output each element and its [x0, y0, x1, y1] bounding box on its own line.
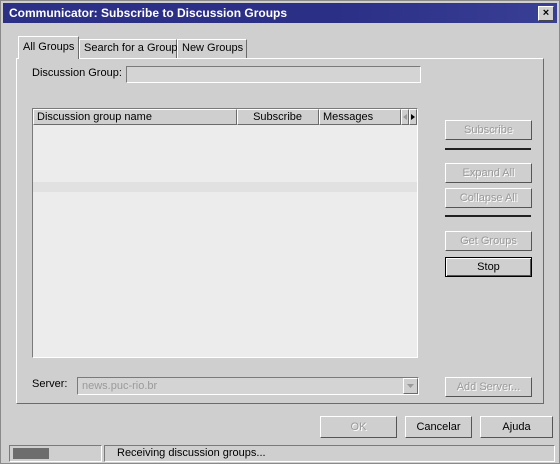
discussion-group-value: [127, 68, 130, 80]
subscribe-button[interactable]: Subscribe: [445, 120, 532, 140]
column-header-messages[interactable]: Messages: [319, 109, 401, 125]
tab-all-groups-label: All Groups: [23, 41, 75, 53]
column-header-group-name[interactable]: Discussion group name: [33, 109, 237, 125]
list-highlight-band: [33, 182, 417, 192]
separator-middle: [445, 215, 531, 217]
list-body: [33, 125, 417, 357]
column-header-group-name-label: Discussion group name: [37, 111, 152, 123]
dialog-window: Communicator: Subscribe to Discussion Gr…: [0, 0, 560, 464]
tab-new-groups[interactable]: New Groups: [177, 39, 247, 58]
help-button[interactable]: Ajuda: [480, 416, 553, 438]
separator-top: [445, 148, 531, 150]
status-bar: Receiving discussion groups...: [9, 445, 555, 462]
arrow-right-icon: [411, 114, 415, 120]
server-dropdown-button[interactable]: [403, 378, 418, 394]
cancel-button[interactable]: Cancelar: [405, 416, 472, 438]
collapse-all-button[interactable]: Collapse All: [445, 188, 532, 208]
close-icon: ×: [542, 7, 550, 19]
scroll-left-button[interactable]: [401, 109, 409, 125]
window-title: Communicator: Subscribe to Discussion Gr…: [9, 6, 288, 20]
arrow-left-icon: [403, 114, 407, 120]
column-header-subscribe-label: Subscribe: [253, 111, 302, 123]
get-groups-button[interactable]: Get Groups: [445, 231, 532, 251]
close-button[interactable]: ×: [538, 6, 554, 21]
status-text: Receiving discussion groups...: [117, 447, 266, 459]
discussion-group-input[interactable]: [126, 66, 421, 83]
progress-fill: [13, 448, 49, 459]
stop-button[interactable]: Stop: [445, 257, 532, 277]
tab-search-label: Search for a Group: [84, 42, 178, 54]
status-text-pane: Receiving discussion groups...: [104, 445, 555, 462]
server-select[interactable]: news.puc-rio.br: [77, 377, 419, 395]
discussion-group-list[interactable]: Discussion group name Subscribe Messages: [32, 108, 418, 358]
discussion-group-label: Discussion Group:: [32, 67, 122, 79]
server-label: Server:: [32, 378, 68, 390]
server-value: news.puc-rio.br: [82, 380, 158, 392]
progress-indicator: [9, 445, 102, 462]
chevron-down-icon: [407, 384, 414, 388]
tab-new-groups-label: New Groups: [182, 42, 244, 54]
tab-all-groups[interactable]: All Groups: [18, 36, 79, 59]
scroll-right-button[interactable]: [409, 109, 417, 125]
title-bar[interactable]: Communicator: Subscribe to Discussion Gr…: [3, 3, 557, 23]
ok-button[interactable]: OK: [320, 416, 397, 438]
column-header-subscribe[interactable]: Subscribe: [237, 109, 319, 125]
tab-search-for-a-group[interactable]: Search for a Group: [79, 39, 178, 58]
column-header-messages-label: Messages: [323, 111, 374, 123]
add-server-button[interactable]: Add Server...: [445, 377, 532, 397]
expand-all-button[interactable]: Expand All: [445, 163, 532, 183]
